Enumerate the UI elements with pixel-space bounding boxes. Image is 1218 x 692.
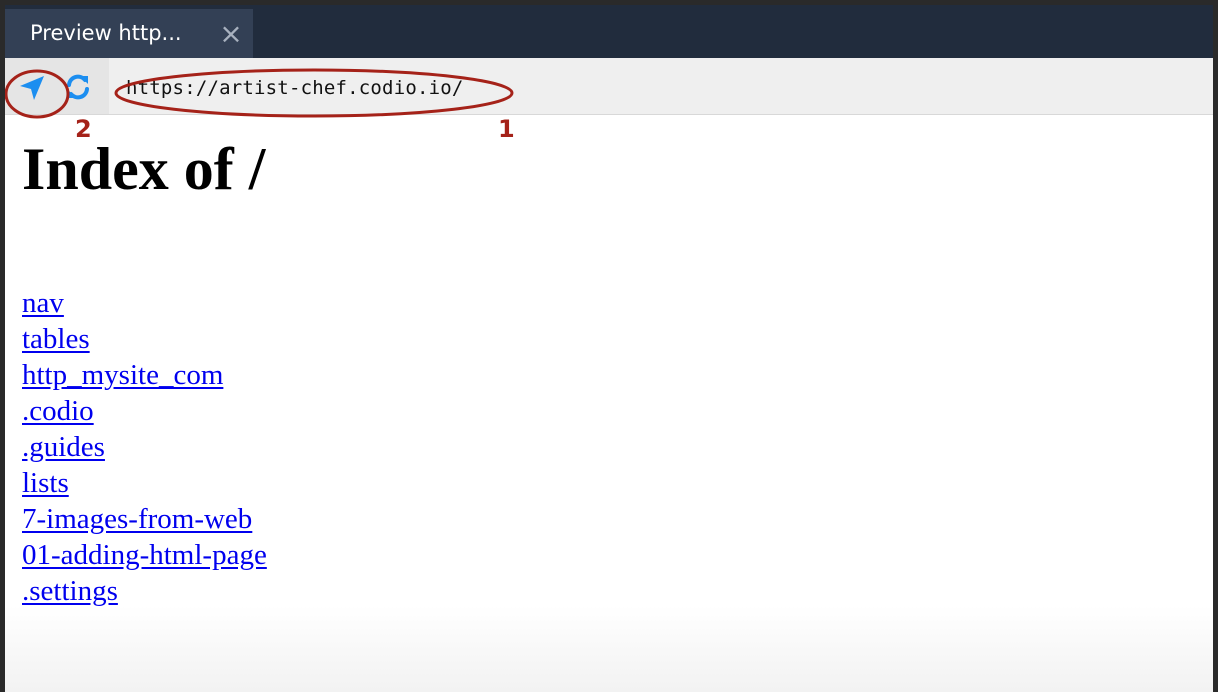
tab-label: Preview http...	[30, 21, 182, 45]
directory-link[interactable]: tables	[22, 323, 90, 355]
directory-link[interactable]: .guides	[22, 431, 105, 463]
close-icon[interactable]: ×	[216, 9, 246, 58]
list-item: .guides	[22, 429, 267, 465]
page-title: Index of /	[22, 136, 266, 202]
tab-preview[interactable]: Preview http... ×	[5, 9, 253, 58]
url-field[interactable]: https://artist-chef.codio.io/	[126, 58, 464, 114]
list-item: 01-adding-html-page	[22, 537, 267, 573]
list-item: .codio	[22, 393, 267, 429]
directory-link[interactable]: nav	[22, 287, 64, 319]
page-content: Index of / nav tables http_mysite_com .c…	[5, 115, 1213, 692]
directory-link[interactable]: 7-images-from-web	[22, 503, 252, 535]
tab-bar: Preview http... ×	[5, 5, 1213, 58]
directory-link[interactable]: 01-adding-html-page	[22, 539, 267, 571]
directory-link[interactable]: .settings	[22, 575, 118, 607]
list-item: lists	[22, 465, 267, 501]
directory-list: nav tables http_mysite_com .codio .guide…	[22, 285, 267, 609]
preview-toolbar: https://artist-chef.codio.io/	[5, 58, 1213, 115]
directory-link[interactable]: lists	[22, 467, 69, 499]
annotation-label-2: 2	[75, 115, 92, 143]
list-item: 7-images-from-web	[22, 501, 267, 537]
directory-link[interactable]: .codio	[22, 395, 94, 427]
toolbar-buttons	[5, 58, 109, 114]
location-arrow-icon[interactable]	[17, 73, 47, 103]
list-item: .settings	[22, 573, 267, 609]
annotation-label-1: 1	[498, 115, 515, 143]
list-item: nav	[22, 285, 267, 321]
list-item: http_mysite_com	[22, 357, 267, 393]
list-item: tables	[22, 321, 267, 357]
refresh-icon[interactable]	[63, 72, 93, 102]
preview-window: Preview http... × https://artist-chef.co…	[0, 0, 1218, 692]
directory-link[interactable]: http_mysite_com	[22, 359, 223, 391]
